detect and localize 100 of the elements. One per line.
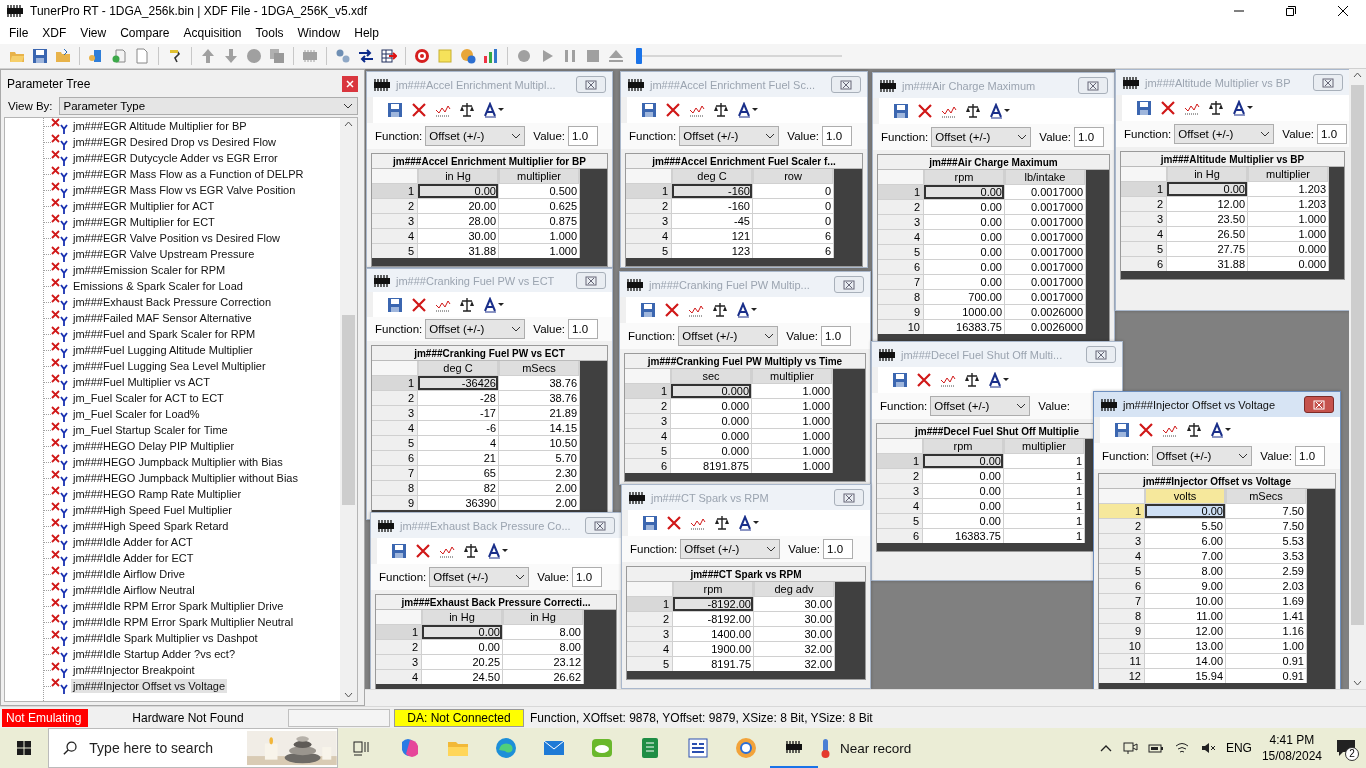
value-field[interactable]: 1.0 — [822, 126, 853, 146]
scales-icon[interactable] — [1208, 100, 1224, 116]
save-icon[interactable] — [391, 543, 407, 559]
save-icon[interactable] — [1114, 422, 1130, 438]
table-cell[interactable]: -45 — [672, 214, 752, 228]
close-button[interactable] — [576, 272, 606, 290]
scales-icon[interactable] — [712, 302, 728, 318]
function-dropdown[interactable]: Offset (+/-) — [679, 126, 780, 146]
delete-icon[interactable] — [1138, 422, 1154, 438]
table-cell[interactable]: 1 — [1004, 499, 1084, 513]
close-button[interactable] — [1086, 346, 1116, 363]
tree-item[interactable]: jm###HEGO Delay PIP Multiplier — [71, 439, 237, 453]
table-cell[interactable]: 32.00 — [754, 642, 834, 656]
table-cell[interactable]: 1 — [1004, 514, 1084, 528]
table-cell[interactable]: 0.0017000 — [1005, 260, 1085, 274]
table-cell[interactable]: 13.00 — [1145, 639, 1225, 653]
menu-item[interactable]: View — [73, 26, 114, 40]
tree-item[interactable]: jm###Idle Spark Multiplier vs Dashpot — [71, 631, 260, 645]
table-cell[interactable]: 8.00 — [1145, 564, 1225, 578]
tree-item[interactable]: jm_Fuel Startup Scaler for Time — [71, 423, 230, 437]
table-cell[interactable]: 20.00 — [418, 199, 498, 213]
function-dropdown[interactable]: Offset (+/-) — [930, 396, 1031, 416]
table-cell[interactable]: 1.00 — [1226, 639, 1306, 653]
table-cell[interactable]: 0.00 — [924, 185, 1004, 199]
table-cell[interactable]: 1.000 — [752, 444, 832, 458]
table-cell[interactable]: 5.53 — [1226, 534, 1306, 548]
tree-item[interactable]: jm###Idle Adder for ACT — [71, 535, 195, 549]
table-cell[interactable]: 0.00 — [923, 514, 1003, 528]
muted-speaker-icon[interactable] — [1199, 740, 1216, 756]
delete-icon[interactable] — [665, 102, 681, 118]
delete-icon[interactable] — [917, 103, 933, 119]
chevron-up-icon[interactable] — [1099, 744, 1112, 752]
tree-item[interactable]: jm###HEGO Jumpback Multiplier with Bias — [71, 455, 285, 469]
function-dropdown[interactable]: Offset (+/-) — [678, 326, 779, 346]
save-icon[interactable] — [892, 372, 908, 388]
table-cell[interactable]: 700.00 — [924, 290, 1004, 304]
tree-item[interactable]: jm###High Speed Spark Retard — [71, 519, 231, 533]
delete-icon[interactable] — [411, 296, 427, 313]
table-cell[interactable]: 2.59 — [1226, 564, 1306, 578]
table-cell[interactable]: 38.76 — [499, 376, 579, 390]
table-cell[interactable]: 6 — [753, 229, 833, 243]
tree-item[interactable]: jm###HEGO Ramp Rate Multiplier — [71, 487, 244, 501]
table-cell[interactable]: 0.0017000 — [1005, 275, 1085, 289]
circle-app-icon[interactable] — [734, 736, 758, 760]
close-button[interactable] — [831, 76, 861, 93]
table-cell[interactable]: 8.00 — [503, 640, 583, 654]
table-cell[interactable]: 30.00 — [754, 612, 834, 626]
table-cell[interactable]: 0.00 — [418, 184, 498, 198]
table-cell[interactable]: -8192.00 — [673, 612, 753, 626]
value-field[interactable]: 1.0 — [568, 318, 599, 339]
close-button[interactable] — [1078, 77, 1108, 94]
clock[interactable]: 4:41 PM 15/08/2024 — [1261, 732, 1322, 764]
table-cell[interactable]: 1.000 — [752, 429, 832, 443]
save-icon[interactable] — [893, 103, 909, 119]
tree-item[interactable]: jm###EGR Altitude Multiplier for BP — [71, 119, 249, 133]
table-cell[interactable]: 0.0017000 — [1005, 290, 1085, 304]
table-cell[interactable]: 38.76 — [499, 391, 579, 405]
table-cell[interactable]: 10.00 — [1145, 594, 1225, 608]
add-page-icon[interactable] — [111, 48, 127, 64]
save-icon[interactable] — [641, 102, 657, 118]
table-cell[interactable]: 21 — [418, 451, 498, 465]
table-cell[interactable]: 0.00 — [923, 454, 1003, 468]
tree-item[interactable]: jm###Injector Breakpoint — [71, 663, 197, 677]
font-style-icon[interactable] — [483, 296, 505, 313]
table-cell[interactable]: 0.000 — [671, 429, 751, 443]
value-field[interactable]: 1.0 — [1317, 124, 1348, 144]
table-cell[interactable]: -36426 — [418, 376, 498, 390]
tree-item[interactable]: jm###Idle Startup Adder ?vs ect? — [71, 647, 238, 661]
table-cell[interactable]: 23.50 — [1167, 212, 1247, 226]
table-cell[interactable]: 15.94 — [1145, 669, 1225, 683]
table-cell[interactable]: 0.0026000 — [1005, 305, 1085, 319]
font-style-icon[interactable] — [487, 543, 509, 559]
table-cell[interactable]: 1.000 — [1248, 227, 1328, 241]
value-field[interactable]: 1.0 — [1295, 446, 1326, 466]
table-cell[interactable]: 1.203 — [1248, 197, 1328, 211]
table-cell[interactable]: 1000.00 — [924, 305, 1004, 319]
table-cell[interactable]: 0.00 — [1167, 182, 1247, 196]
table-cell[interactable]: 6 — [753, 244, 833, 258]
table-cell[interactable]: 0.00 — [923, 484, 1003, 498]
table-cell[interactable]: 0.000 — [671, 399, 751, 413]
delete-icon[interactable] — [411, 102, 427, 118]
save-icon[interactable] — [387, 102, 403, 118]
function-dropdown[interactable]: Offset (+/-) — [1152, 446, 1253, 466]
taskbar-search-box[interactable]: Type here to search — [48, 728, 338, 768]
close-button[interactable] — [576, 76, 606, 93]
value-field[interactable]: 1.0 — [823, 539, 854, 559]
table-cell[interactable]: 6.00 — [1145, 534, 1225, 548]
tree-item[interactable]: jm###Exhaust Back Pressure Correction — [71, 295, 274, 309]
tree-item[interactable]: jm_Fuel Scaler for Load% — [71, 407, 202, 421]
table-cell[interactable]: 11.00 — [1145, 609, 1225, 623]
table-cell[interactable]: -160 — [672, 184, 752, 198]
table-cell[interactable]: 0.625 — [499, 199, 579, 213]
table-cell[interactable]: 1400.00 — [673, 627, 753, 641]
menu-item[interactable]: Window — [290, 26, 348, 40]
table-cell[interactable]: 1.000 — [1248, 212, 1328, 226]
value-field[interactable]: 1.0 — [572, 567, 603, 587]
table-cell[interactable]: 1.000 — [752, 459, 832, 473]
delete-icon[interactable] — [664, 302, 680, 318]
delete-icon[interactable] — [1160, 100, 1176, 116]
table-cell[interactable]: 1.16 — [1226, 624, 1306, 638]
